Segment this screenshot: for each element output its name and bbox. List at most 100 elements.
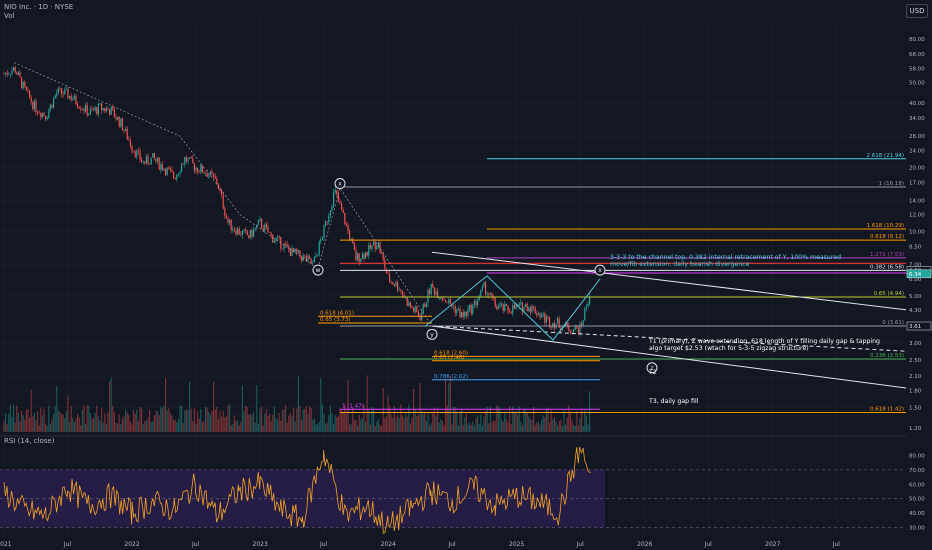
volume-bar bbox=[416, 416, 418, 432]
volume-bar bbox=[61, 413, 63, 432]
candle-body bbox=[19, 72, 21, 78]
volume-bar bbox=[523, 408, 525, 432]
volume-bar bbox=[341, 410, 343, 432]
candle-body bbox=[11, 70, 13, 75]
candle-body bbox=[117, 116, 119, 120]
volume-bar bbox=[561, 425, 563, 432]
candle-body bbox=[259, 218, 261, 221]
volume-bar bbox=[219, 410, 221, 432]
annotation-4: T2 bbox=[648, 369, 657, 376]
currency-button[interactable]: USD bbox=[906, 4, 928, 18]
fib-label-2: 1.618 (10.29) bbox=[866, 223, 904, 229]
volume-bar bbox=[43, 408, 45, 432]
volume-bar bbox=[176, 422, 178, 432]
volume-bar bbox=[174, 419, 176, 432]
chart-canvas[interactable]: 2.618 (21.94) 1 (16.18) 1.618 (10.29) 0.618… bbox=[0, 0, 932, 550]
volume-bar bbox=[582, 425, 584, 432]
candle-body bbox=[265, 224, 267, 227]
volume-bar bbox=[448, 383, 450, 432]
price-tick-3: 50.00 bbox=[909, 80, 925, 86]
candle-body bbox=[201, 165, 203, 173]
volume-bar bbox=[573, 425, 575, 432]
volume-bar bbox=[574, 425, 576, 432]
volume-bar bbox=[262, 425, 264, 432]
candle-body bbox=[46, 117, 48, 119]
volume-bar bbox=[537, 421, 539, 432]
candle-body bbox=[40, 113, 42, 118]
candle-body bbox=[65, 88, 67, 90]
candle-body bbox=[121, 118, 123, 131]
fib-label-12: 0.618 (4.01) bbox=[320, 310, 354, 316]
candle-body bbox=[579, 323, 581, 335]
candle-body bbox=[384, 259, 386, 269]
volume-bar bbox=[17, 412, 19, 432]
candle-body bbox=[371, 245, 373, 249]
volume-bar bbox=[238, 425, 240, 432]
candle-body bbox=[526, 304, 528, 311]
volume-bar bbox=[217, 419, 219, 432]
volume-bar bbox=[544, 417, 546, 432]
volume-bar bbox=[513, 412, 515, 432]
candle-body bbox=[155, 158, 157, 162]
candle-body bbox=[25, 86, 27, 91]
candle-body bbox=[245, 229, 247, 231]
volume-bar bbox=[393, 406, 395, 432]
candle-body bbox=[361, 253, 363, 259]
volume-bar bbox=[413, 388, 415, 432]
price-tick-1: 68.00 bbox=[909, 52, 925, 58]
candle-body bbox=[174, 177, 176, 180]
candle-body bbox=[53, 98, 55, 108]
candle-body bbox=[62, 93, 64, 95]
price-tick-13: 8.50 bbox=[909, 245, 922, 251]
volume-bar bbox=[165, 377, 167, 432]
fib-label-13: 0.65 (3.73) bbox=[320, 317, 351, 323]
candle-body bbox=[483, 282, 485, 287]
candle-body bbox=[248, 235, 250, 238]
candle-body bbox=[86, 104, 88, 116]
volume-bar bbox=[525, 410, 527, 432]
volume-bar bbox=[117, 423, 119, 432]
volume-bar bbox=[395, 418, 397, 432]
volume-bar bbox=[425, 420, 427, 432]
candle-body bbox=[446, 302, 448, 303]
candle-body bbox=[281, 248, 283, 250]
volume-bar bbox=[149, 409, 151, 432]
candle-body bbox=[504, 304, 506, 311]
fib-label-7: 0 (3.61) bbox=[882, 320, 904, 326]
volume-bar bbox=[456, 411, 458, 432]
volume-bar bbox=[297, 376, 299, 432]
volume-bar bbox=[528, 416, 530, 432]
candle-body bbox=[301, 256, 303, 261]
candle-body bbox=[152, 153, 154, 158]
volume-bar bbox=[449, 375, 451, 432]
candle-body bbox=[313, 256, 315, 263]
candle-body bbox=[262, 227, 264, 231]
volume-bar bbox=[113, 412, 115, 432]
volume-bar bbox=[464, 417, 466, 432]
price-tick-5: 34.00 bbox=[909, 116, 925, 122]
volume-bar bbox=[505, 419, 507, 432]
candle-body bbox=[267, 226, 269, 233]
volume-bar bbox=[462, 425, 464, 432]
volume-bar bbox=[221, 416, 223, 432]
volume-bar bbox=[368, 410, 370, 432]
candle-body bbox=[118, 116, 120, 127]
candle-body bbox=[206, 173, 208, 177]
volume-bar bbox=[286, 422, 288, 432]
candle-body bbox=[534, 307, 536, 314]
candle-body bbox=[173, 171, 175, 178]
volume-bar bbox=[152, 421, 154, 432]
volume-bar bbox=[405, 413, 407, 432]
time-tick-6: 2024 bbox=[381, 541, 396, 548]
volume-bar bbox=[285, 404, 287, 432]
candle-body bbox=[273, 240, 275, 243]
price-tick-11: 12.00 bbox=[909, 213, 925, 219]
volume-bar bbox=[323, 413, 325, 432]
candle-body bbox=[536, 313, 538, 316]
volume-bar bbox=[349, 423, 351, 432]
candle-body bbox=[30, 97, 32, 102]
volume-bar bbox=[253, 412, 255, 432]
time-tick-13: Jul bbox=[832, 541, 841, 548]
candle-body bbox=[544, 313, 546, 323]
volume-bar bbox=[443, 425, 445, 432]
